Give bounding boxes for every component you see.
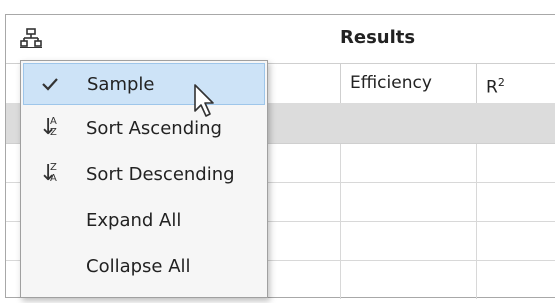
- results-title: Results: [340, 27, 416, 48]
- menu-item-expand-all[interactable]: Expand All: [21, 197, 267, 243]
- menu-item-sort-descending[interactable]: ↓ Z A Sort Descending: [21, 151, 267, 197]
- context-menu: Sample ↓ A Z Sort Ascending ↓ Z A Sort D…: [20, 60, 268, 298]
- menu-item-sort-ascending[interactable]: ↓ A Z Sort Ascending: [21, 105, 267, 151]
- grid-header: Results: [6, 15, 555, 64]
- menu-label-expand-all: Expand All: [86, 209, 182, 231]
- cell-divider: [340, 222, 341, 260]
- menu-label-sort-descending: Sort Descending: [86, 163, 235, 185]
- mouse-pointer-icon: [194, 84, 214, 117]
- cell-divider: [476, 222, 477, 260]
- cell-divider: [476, 144, 477, 182]
- sort-ascending-icon: ↓ A Z: [39, 115, 58, 140]
- hierarchy-button[interactable]: [18, 25, 44, 51]
- menu-label-collapse-all: Collapse All: [86, 255, 191, 277]
- checkmark-icon: [22, 64, 78, 104]
- menu-item-sample[interactable]: Sample: [23, 63, 265, 105]
- column-header-efficiency[interactable]: Efficiency: [340, 63, 476, 103]
- sort-descending-icon: ↓ Z A: [39, 161, 58, 186]
- hierarchy-icon: [20, 28, 42, 48]
- menu-label-sort-ascending: Sort Ascending: [86, 117, 222, 139]
- cell-divider: [340, 183, 341, 221]
- sort-asc-letter-bottom: Z: [50, 127, 57, 138]
- menu-label-sample: Sample: [87, 73, 155, 95]
- cell-divider: [476, 261, 477, 299]
- column-label-r: R: [486, 77, 498, 98]
- cell-divider: [476, 183, 477, 221]
- column-header-r-squared[interactable]: R2: [476, 63, 555, 103]
- sort-desc-letter-bottom: A: [50, 173, 57, 184]
- menu-item-collapse-all[interactable]: Collapse All: [21, 243, 267, 289]
- column-label-efficiency: Efficiency: [350, 73, 432, 93]
- sort-desc-letter-top: Z: [50, 162, 57, 173]
- cell-divider: [340, 261, 341, 299]
- sort-asc-letter-top: A: [50, 116, 57, 127]
- cell-divider: [340, 144, 341, 182]
- column-label-r-sup: 2: [497, 76, 505, 89]
